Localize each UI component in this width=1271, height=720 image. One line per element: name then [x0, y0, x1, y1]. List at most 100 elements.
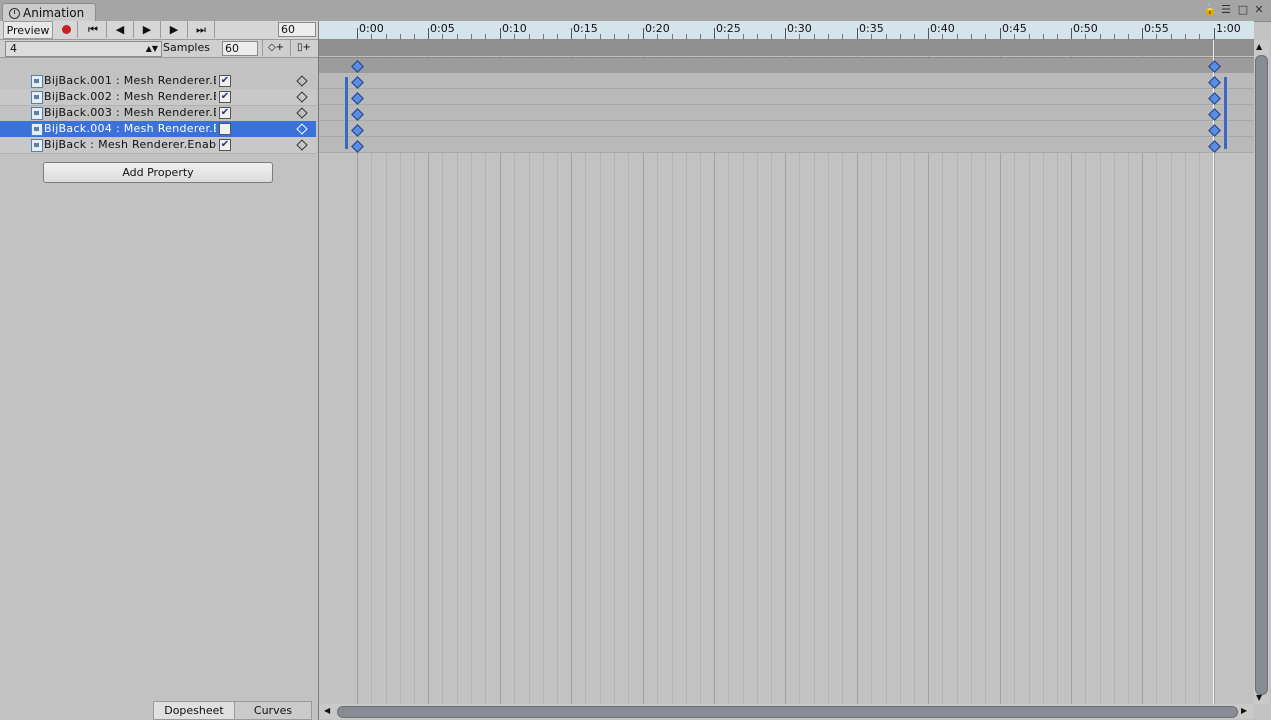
summary-keyframe-row[interactable]: [319, 57, 1254, 74]
add-property-button[interactable]: Add Property: [43, 162, 273, 183]
play-button[interactable]: ▶: [134, 21, 161, 38]
last-keyframe-button[interactable]: ⏭: [188, 21, 215, 38]
add-keyframe-icon: ◇+: [267, 42, 285, 53]
scroll-down-icon[interactable]: ▼: [1256, 693, 1262, 702]
selection-range-handle[interactable]: [345, 77, 348, 149]
keyframe-diamond-icon[interactable]: [296, 75, 308, 87]
ruler-minor-tick: [1128, 34, 1129, 39]
last-keyframe-icon: ⏭: [196, 23, 206, 36]
vertical-scroll-thumb[interactable]: [1255, 55, 1268, 695]
keyframe-diamond-icon[interactable]: [296, 139, 308, 151]
ruler-minor-tick: [957, 34, 958, 39]
view-mode-tabs: Dopesheet Curves: [0, 701, 318, 720]
record-button[interactable]: [55, 21, 78, 38]
keyframe-diamond-icon[interactable]: [296, 123, 308, 135]
property-label: BijBack.003 : Mesh Renderer.Enabled: [44, 106, 216, 119]
current-frame-input[interactable]: 60: [278, 22, 316, 37]
ruler-minor-tick: [971, 34, 972, 39]
ruler-minor-tick: [457, 34, 458, 39]
time-ruler[interactable]: 0:00 0:05 0:10 0:15 0:20 0:25 0:30 0:35 0:40 0:45…: [319, 21, 1254, 40]
tab-curves[interactable]: Curves: [234, 701, 312, 720]
selection-range-handle[interactable]: [1224, 77, 1227, 149]
ruler-minor-tick: [371, 34, 372, 39]
property-row[interactable]: BijBack : Mesh Renderer.Enabled ✔: [0, 137, 316, 154]
ruler-minor-tick: [672, 34, 673, 39]
menu-icon[interactable]: ☰: [1220, 4, 1232, 16]
track-row[interactable]: [319, 73, 1254, 89]
track-row[interactable]: [319, 105, 1254, 121]
keyframe-diamond-icon[interactable]: [296, 107, 308, 119]
lock-icon[interactable]: 🔒: [1203, 4, 1217, 16]
ruler-minor-tick: [657, 34, 658, 39]
scroll-right-icon[interactable]: ▶: [1241, 706, 1247, 715]
property-tracks[interactable]: [319, 73, 1254, 153]
enabled-checkbox[interactable]: ✔: [219, 139, 231, 151]
window-tab-bar: Animation 🔒 ☰ □ ✕: [0, 0, 1271, 22]
mesh-renderer-icon: [31, 107, 43, 120]
property-row[interactable]: BijBack.003 : Mesh Renderer.Enabled ✔: [0, 105, 316, 122]
enabled-checkbox[interactable]: ✔: [219, 107, 231, 119]
ruler-minor-tick: [842, 34, 843, 39]
scroll-left-icon[interactable]: ◀: [324, 706, 330, 715]
ruler-minor-tick: [914, 34, 915, 39]
enabled-checkbox[interactable]: [219, 123, 231, 135]
ruler-minor-tick: [771, 34, 772, 39]
ruler-minor-tick: [799, 34, 800, 39]
property-row-selected[interactable]: BijBack.004 : Mesh Renderer.Enabled: [0, 121, 316, 138]
ruler-minor-tick: [1114, 34, 1115, 39]
property-row[interactable]: BijBack.002 : Mesh Renderer.Enabled ✔: [0, 89, 316, 106]
ruler-tick-label: 1:00: [1216, 22, 1241, 35]
ruler-major-tick: [785, 28, 786, 39]
add-keyframe-button[interactable]: ◇+: [262, 40, 289, 56]
clip-select[interactable]: 4 ▲▼: [5, 41, 162, 57]
ruler-minor-tick: [414, 34, 415, 39]
record-icon: [62, 25, 71, 34]
timeline-panel: 0:00 0:05 0:10 0:15 0:20 0:25 0:30 0:35 0:40 0:45…: [319, 21, 1271, 720]
tab-dopesheet[interactable]: Dopesheet: [153, 701, 235, 720]
ruler-minor-tick: [743, 34, 744, 39]
maximize-icon[interactable]: □: [1237, 4, 1249, 16]
ruler-minor-tick: [1029, 34, 1030, 39]
track-row[interactable]: [319, 137, 1254, 153]
first-keyframe-icon: ⏮: [88, 23, 98, 36]
scroll-up-icon[interactable]: ▲: [1256, 42, 1262, 51]
property-row[interactable]: BijBack.001 : Mesh Renderer.Enabled ✔: [0, 73, 316, 90]
add-event-button[interactable]: ▯+: [290, 40, 317, 56]
ruler-minor-tick: [828, 34, 829, 39]
close-icon[interactable]: ✕: [1253, 4, 1265, 16]
ruler-minor-tick: [400, 34, 401, 39]
ruler-minor-tick: [1043, 34, 1044, 39]
samples-label: Samples: [163, 41, 210, 54]
property-label: BijBack.002 : Mesh Renderer.Enabled: [44, 90, 216, 103]
track-row[interactable]: [319, 121, 1254, 137]
enabled-checkbox[interactable]: ✔: [219, 75, 231, 87]
property-label: BijBack.001 : Mesh Renderer.Enabled: [44, 74, 216, 87]
ruler-minor-tick: [543, 34, 544, 39]
tab-animation[interactable]: Animation: [2, 3, 96, 22]
ruler-minor-tick: [386, 34, 387, 39]
ruler-major-tick: [714, 28, 715, 39]
ruler-minor-tick: [442, 34, 443, 39]
previous-keyframe-button[interactable]: ◀: [107, 21, 134, 38]
ruler-major-tick: [1142, 28, 1143, 39]
ruler-minor-tick: [942, 34, 943, 39]
vertical-scrollbar[interactable]: ▲ ▼: [1254, 40, 1269, 704]
enabled-checkbox[interactable]: ✔: [219, 91, 231, 103]
samples-input[interactable]: 60: [222, 41, 258, 56]
ruler-minor-tick: [1014, 34, 1015, 39]
mesh-renderer-icon: [31, 75, 43, 88]
property-label: BijBack.004 : Mesh Renderer.Enabled: [44, 122, 216, 135]
ruler-minor-tick: [514, 34, 515, 39]
ruler-minor-tick: [557, 34, 558, 39]
horizontal-scrollbar[interactable]: ◀ ▶: [319, 704, 1254, 719]
ruler-minor-tick: [757, 34, 758, 39]
ruler-major-tick: [500, 28, 501, 39]
track-row[interactable]: [319, 89, 1254, 105]
ruler-major-tick: [1071, 28, 1072, 39]
keyframe-diamond-icon[interactable]: [296, 91, 308, 103]
preview-button[interactable]: Preview: [3, 21, 53, 39]
ruler-minor-tick: [471, 34, 472, 39]
horizontal-scroll-thumb[interactable]: [337, 706, 1238, 718]
next-keyframe-button[interactable]: ▶: [161, 21, 188, 38]
first-keyframe-button[interactable]: ⏮: [80, 21, 107, 38]
